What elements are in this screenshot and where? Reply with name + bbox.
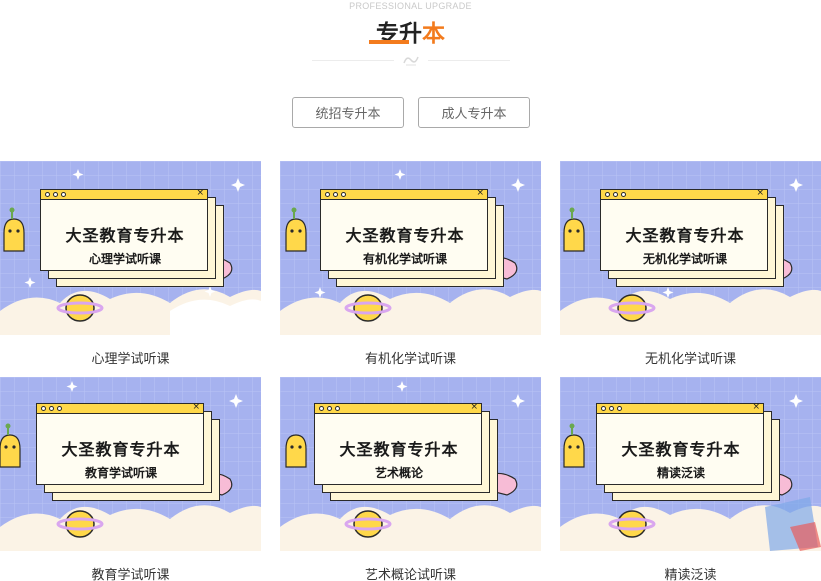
course-caption[interactable]: 心理学试听课 xyxy=(0,348,261,367)
course-caption[interactable]: 无机化学试听课 xyxy=(560,348,821,367)
course-caption[interactable]: 艺术概论试听课 xyxy=(280,564,541,581)
course-thumbnail[interactable]: × 大圣教育专升本 教育学试听课 xyxy=(0,377,261,551)
window-close-icon: × xyxy=(756,188,764,198)
course-card[interactable]: × 大圣教育专升本 心理学试听课 心理学试听课 xyxy=(0,161,261,367)
window-close-icon: × xyxy=(752,402,760,412)
tab-chengren[interactable]: 成人专升本 xyxy=(418,97,530,128)
banner-subtitle: 心理学试听课 xyxy=(88,252,161,266)
title-accent: 本 xyxy=(422,21,445,47)
banner-window: × 大圣教育专升本 精读泛读 xyxy=(596,402,780,501)
course-thumbnail[interactable]: × 大圣教育专升本 无机化学试听课 xyxy=(560,161,821,335)
divider-left xyxy=(312,60,394,61)
window-close-icon: × xyxy=(476,188,484,198)
banner-window: × 大圣教育专升本 心理学试听课 xyxy=(40,188,224,287)
window-titlebar: × xyxy=(36,402,204,414)
banner-window: × 大圣教育专升本 有机化学试听课 xyxy=(320,188,504,287)
banner-subtitle: 艺术概论 xyxy=(374,466,423,480)
window-titlebar: × xyxy=(314,402,482,414)
course-caption[interactable]: 教育学试听课 xyxy=(0,564,261,581)
banner-title: 大圣教育专升本 xyxy=(625,226,745,245)
course-thumbnail[interactable]: × 大圣教育专升本 有机化学试听课 xyxy=(280,161,541,335)
divider-ornament-icon xyxy=(403,56,419,66)
course-thumbnail[interactable]: × 大圣教育专升本 艺术概论 xyxy=(280,377,541,551)
course-thumbnail[interactable]: × 大圣教育专升本 精读泛读 xyxy=(560,377,821,551)
course-card[interactable]: × 大圣教育专升本 有机化学试听课 有机化学试听课 xyxy=(280,161,541,367)
banner-window: × 大圣教育专升本 艺术概论 xyxy=(314,402,498,501)
course-thumbnail[interactable]: × 大圣教育专升本 心理学试听课 xyxy=(0,161,261,335)
window-close-icon: × xyxy=(192,402,200,412)
course-card[interactable]: × 大圣教育专升本 无机化学试听课 无机化学试听课 xyxy=(560,161,821,367)
window-titlebar: × xyxy=(320,188,488,200)
banner-subtitle: 无机化学试听课 xyxy=(642,252,727,266)
course-card[interactable]: × 大圣教育专升本 精读泛读 精读泛读 xyxy=(560,377,821,581)
section-title: 专升本 xyxy=(0,14,821,48)
divider-right xyxy=(428,60,510,61)
tab-tongzhao[interactable]: 统招专升本 xyxy=(292,97,404,128)
window-close-icon: × xyxy=(470,402,478,412)
banner-window: × 大圣教育专升本 无机化学试听课 xyxy=(600,188,784,287)
window-titlebar: × xyxy=(596,402,764,414)
course-caption[interactable]: 有机化学试听课 xyxy=(280,348,541,367)
course-card[interactable]: × 大圣教育专升本 教育学试听课 教育学试听课 xyxy=(0,377,261,581)
banner-subtitle: 有机化学试听课 xyxy=(362,252,447,266)
window-close-icon: × xyxy=(196,188,204,198)
banner-subtitle: 教育学试听课 xyxy=(84,466,157,480)
banner-subtitle: 精读泛读 xyxy=(656,466,705,480)
banner-title: 大圣教育专升本 xyxy=(621,440,741,459)
banner-title: 大圣教育专升本 xyxy=(65,226,185,245)
banner-title: 大圣教育专升本 xyxy=(339,440,459,459)
banner-title: 大圣教育专升本 xyxy=(61,440,181,459)
window-titlebar: × xyxy=(600,188,768,200)
banner-window: × 大圣教育专升本 教育学试听课 xyxy=(36,402,220,501)
title-underline xyxy=(369,40,409,44)
course-card[interactable]: × 大圣教育专升本 艺术概论 艺术概论试听课 xyxy=(280,377,541,581)
window-titlebar: × xyxy=(40,188,208,200)
course-caption[interactable]: 精读泛读 xyxy=(560,564,821,581)
section-eyebrow: PROFESSIONAL UPGRADE xyxy=(349,1,472,11)
banner-title: 大圣教育专升本 xyxy=(345,226,465,245)
